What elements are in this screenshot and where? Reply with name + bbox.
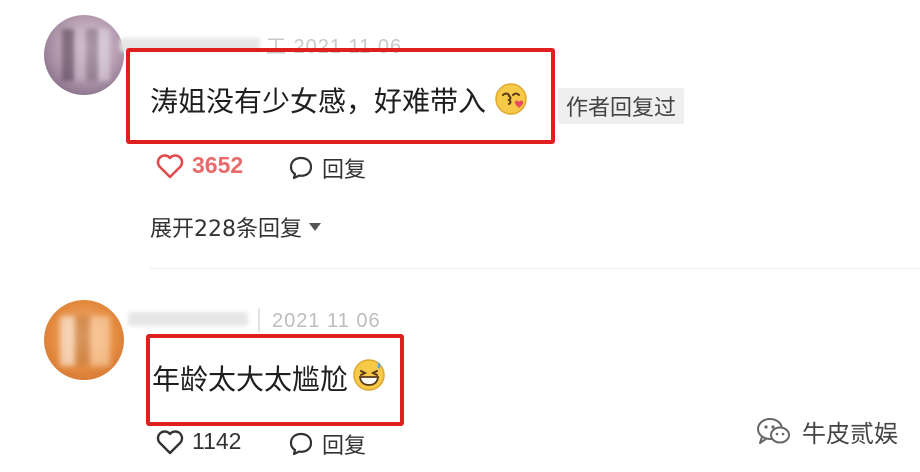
comment-text: 年龄太大太尴尬: [152, 363, 349, 396]
like-count: 1142: [192, 428, 242, 454]
avatar[interactable]: [44, 15, 124, 95]
expand-replies-button[interactable]: 展开228条回复: [150, 211, 322, 243]
divider: [150, 268, 920, 269]
comment-text: 涛姐没有少女感，好难带入: [150, 85, 487, 118]
avatar[interactable]: [44, 300, 124, 380]
avatar-mosaic: [60, 316, 110, 366]
heart-icon: [156, 429, 184, 454]
emoji-kiss-icon: [495, 83, 527, 115]
timestamp: 2021 11 06: [272, 310, 381, 332]
reply-button[interactable]: 回复: [288, 152, 366, 184]
meta-separator: [258, 308, 260, 332]
expand-replies-label: 展开228条回复: [150, 217, 302, 242]
author-replied-tag: 作者回复过: [558, 88, 685, 124]
caret-down-icon: [309, 223, 321, 231]
like-button[interactable]: 3652: [156, 152, 243, 179]
emoji-grin-sweat-icon: [353, 359, 385, 391]
avatar-mosaic: [62, 29, 110, 81]
like-count: 3652: [192, 152, 244, 178]
comment-bubble-icon: [289, 432, 313, 456]
reply-label: 回复: [322, 434, 367, 459]
watermark-label: 牛皮贰娱: [802, 420, 898, 448]
like-button[interactable]: 1142: [156, 428, 241, 455]
heart-icon: [156, 153, 184, 178]
username-blurred: [128, 312, 248, 326]
watermark: 牛皮贰娱: [756, 414, 898, 449]
wechat-icon: [757, 417, 790, 444]
comment-bubble-icon: [289, 156, 313, 180]
reply-button[interactable]: 回复: [288, 428, 366, 460]
reply-label: 回复: [322, 158, 367, 183]
